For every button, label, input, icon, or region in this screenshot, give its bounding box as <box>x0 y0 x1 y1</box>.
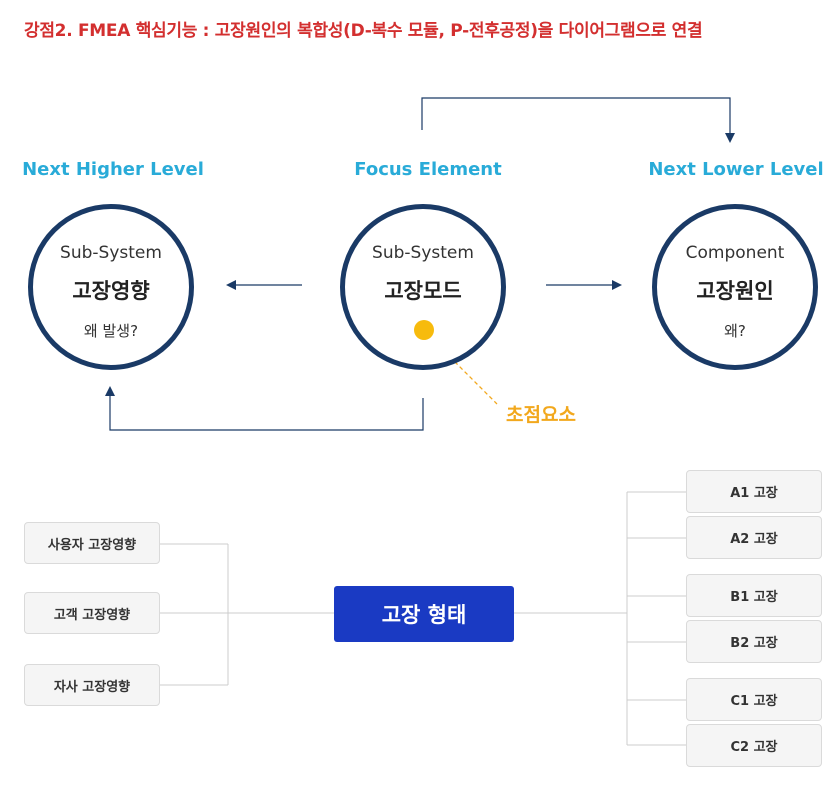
cause-box-b1: B1 고장 <box>686 574 822 617</box>
circle-higher-note: 왜 발생? <box>83 322 139 340</box>
effects-bracket <box>160 543 334 686</box>
cause-box-c2: C2 고장 <box>686 724 822 767</box>
bottom-connector-arrow <box>105 386 424 431</box>
cause-box-a1: A1 고장 <box>686 470 822 513</box>
circle-higher-sub: Sub-System <box>60 243 162 263</box>
page-title: 강점2. FMEA 핵심기능 : 고장원인의 복합성(D-복수 모듈, P-전후… <box>24 21 703 41</box>
focus-point-label: 초점요소 <box>506 404 576 426</box>
circle-lower-note: 왜? <box>724 322 746 340</box>
circle-focus-main: 고장모드 <box>384 279 462 303</box>
circle-lower-level: Component 고장원인 왜? <box>652 204 818 370</box>
effect-box-customer: 고객 고장영향 <box>24 592 160 634</box>
circle-focus-sub: Sub-System <box>372 243 474 263</box>
cause-box-b2: B2 고장 <box>686 620 822 663</box>
cause-box-c1: C1 고장 <box>686 678 822 721</box>
circle-focus-element: Sub-System 고장모드 <box>340 204 506 370</box>
effect-box-company: 자사 고장영향 <box>24 664 160 706</box>
cause-box-a2: A2 고장 <box>686 516 822 559</box>
level-label-higher: Next Higher Level <box>22 159 204 180</box>
focus-point-dot <box>414 320 434 340</box>
circle-higher-main: 고장영향 <box>72 279 150 303</box>
failure-mode-box: 고장 형태 <box>334 586 514 642</box>
circle-lower-main: 고장원인 <box>696 279 774 303</box>
level-label-focus: Focus Element <box>354 159 502 180</box>
level-label-lower: Next Lower Level <box>648 159 824 180</box>
effect-box-user: 사용자 고장영향 <box>24 522 160 564</box>
circle-lower-sub: Component <box>685 243 785 263</box>
top-connector-arrow <box>421 97 735 143</box>
causes-bracket <box>514 491 686 746</box>
circle-higher-level: Sub-System 고장영향 왜 발생? <box>28 204 194 370</box>
